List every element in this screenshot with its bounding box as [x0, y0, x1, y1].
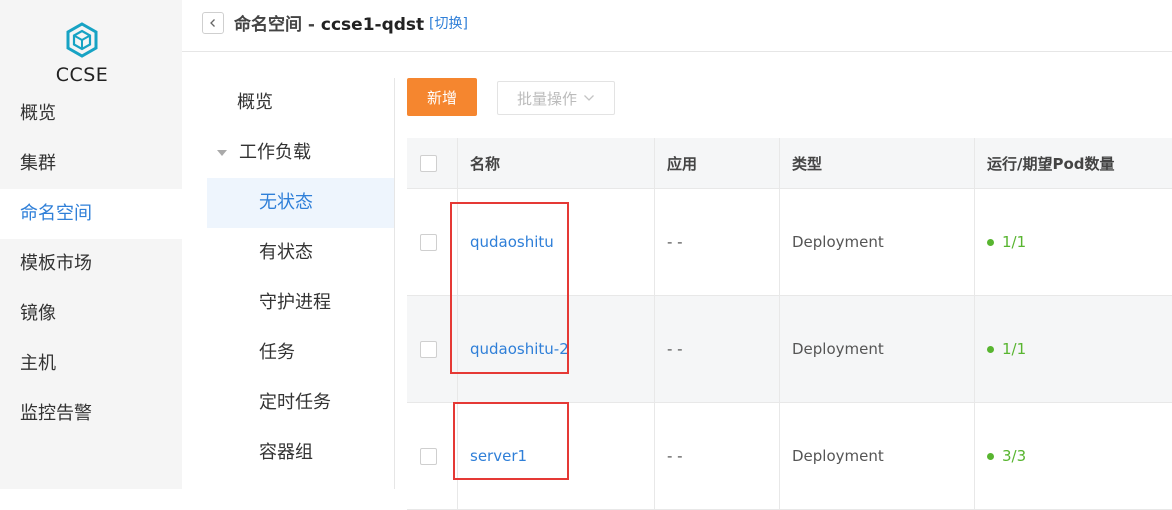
batch-operations-label: 批量操作	[516, 89, 577, 108]
column-divider	[654, 189, 655, 295]
column-divider	[779, 403, 780, 509]
column-divider	[974, 296, 975, 402]
secondary-sidebar: 概览 工作负载 无状态 有状态 守护进程 任务 定时任务 容器组	[207, 78, 395, 489]
subnav-group-workloads[interactable]: 工作负载	[207, 128, 394, 178]
chevron-down-icon	[584, 95, 594, 101]
nav-item-monitoring[interactable]: 监控告警	[0, 389, 182, 489]
column-divider	[457, 403, 458, 509]
name-cell: server1	[470, 403, 527, 509]
row-select-cell	[420, 403, 437, 509]
app-cell: - -	[667, 447, 683, 465]
select-all-checkbox[interactable]	[420, 154, 437, 172]
page-header: 命名空间 - ccse1-qdst [切换]	[182, 0, 1172, 52]
pods-cell: 1/1	[987, 189, 1026, 295]
column-divider	[457, 138, 458, 188]
row-checkbox[interactable]	[420, 340, 437, 358]
nav-item-host[interactable]: 主机	[0, 339, 182, 389]
subnav-item-stateless[interactable]: 无状态	[207, 178, 394, 228]
workload-name-link[interactable]: server1	[470, 447, 527, 465]
caret-down-icon	[217, 150, 227, 156]
add-button[interactable]: 新增	[407, 78, 477, 116]
row-select-cell	[420, 189, 437, 295]
column-divider	[974, 138, 975, 188]
logo-text: CCSE	[55, 64, 109, 86]
select-all-cell	[420, 138, 437, 188]
switch-namespace-link[interactable]: [切换]	[429, 13, 468, 33]
row-checkbox[interactable]	[420, 447, 437, 465]
column-divider	[654, 138, 655, 188]
ccse-logo-icon	[66, 22, 98, 58]
nav-item-overview[interactable]: 概览	[0, 89, 182, 139]
status-dot	[987, 345, 994, 353]
type-cell: Deployment	[792, 233, 884, 251]
column-header-pods[interactable]: 运行/期望Pod数量	[987, 138, 1115, 188]
nav-item-namespace[interactable]: 命名空间	[0, 189, 182, 239]
name-cell: qudaoshitu	[470, 189, 554, 295]
column-header-app[interactable]: 应用	[667, 138, 697, 188]
table-row: qudaoshitu - - Deployment 1/1	[407, 189, 1172, 296]
nav-item-image[interactable]: 镜像	[0, 289, 182, 339]
namespace-name: ccse1-qdst	[320, 15, 425, 35]
table-row: qudaoshitu-2 - - Deployment 1/1	[407, 296, 1172, 403]
batch-operations-dropdown[interactable]: 批量操作	[497, 81, 615, 115]
page-title: 命名空间 - ccse1-qdst	[234, 10, 424, 35]
column-divider	[779, 138, 780, 188]
back-button[interactable]	[202, 12, 224, 34]
column-divider	[457, 296, 458, 402]
pods-cell: 1/1	[987, 296, 1026, 402]
workload-name-link[interactable]: qudaoshitu-2	[470, 340, 569, 358]
column-divider	[779, 296, 780, 402]
status-dot	[987, 238, 994, 246]
pod-count: 1/1	[1002, 340, 1027, 358]
chevron-left-icon	[210, 19, 215, 27]
subnav-item-stateful[interactable]: 有状态	[207, 228, 394, 278]
pod-count: 3/3	[1002, 447, 1027, 465]
column-header-type[interactable]: 类型	[792, 138, 822, 188]
pods-cell: 3/3	[987, 403, 1026, 509]
app-cell: - -	[667, 340, 683, 358]
logo-area: CCSE	[0, 0, 182, 92]
column-divider	[779, 189, 780, 295]
type-cell: Deployment	[792, 340, 884, 358]
row-select-cell	[420, 296, 437, 402]
subnav-group-workloads-label: 工作负载	[239, 142, 311, 163]
table-header: 名称 应用 类型 运行/期望Pod数量	[407, 138, 1172, 189]
add-button-label: 新增	[426, 88, 457, 107]
column-header-name[interactable]: 名称	[470, 138, 500, 188]
column-divider	[654, 403, 655, 509]
table-row: server1 - - Deployment 3/3	[407, 403, 1172, 510]
subnav-item-overview[interactable]: 概览	[207, 78, 394, 128]
pod-count: 1/1	[1002, 233, 1027, 251]
subnav-item-job[interactable]: 任务	[207, 328, 394, 378]
column-divider	[974, 403, 975, 509]
global-sidebar: CCSE 概览 集群 命名空间 模板市场 镜像 主机 监控告警	[0, 0, 182, 489]
app-cell: - -	[667, 233, 683, 251]
subnav-item-daemonset[interactable]: 守护进程	[207, 278, 394, 328]
page-title-prefix: 命名空间 -	[234, 15, 321, 35]
name-cell: qudaoshitu-2	[470, 296, 569, 402]
row-checkbox[interactable]	[420, 233, 437, 251]
nav-item-template-market[interactable]: 模板市场	[0, 239, 182, 289]
type-cell: Deployment	[792, 447, 884, 465]
nav-item-monitoring-label: 监控告警	[20, 403, 92, 424]
subnav-item-pods[interactable]: 容器组	[207, 428, 394, 478]
column-divider	[974, 189, 975, 295]
subnav-item-cronjob[interactable]: 定时任务	[207, 378, 394, 428]
status-dot	[987, 452, 994, 460]
column-divider	[457, 189, 458, 295]
column-divider	[654, 296, 655, 402]
nav-item-cluster[interactable]: 集群	[0, 139, 182, 189]
workload-name-link[interactable]: qudaoshitu	[470, 233, 554, 251]
